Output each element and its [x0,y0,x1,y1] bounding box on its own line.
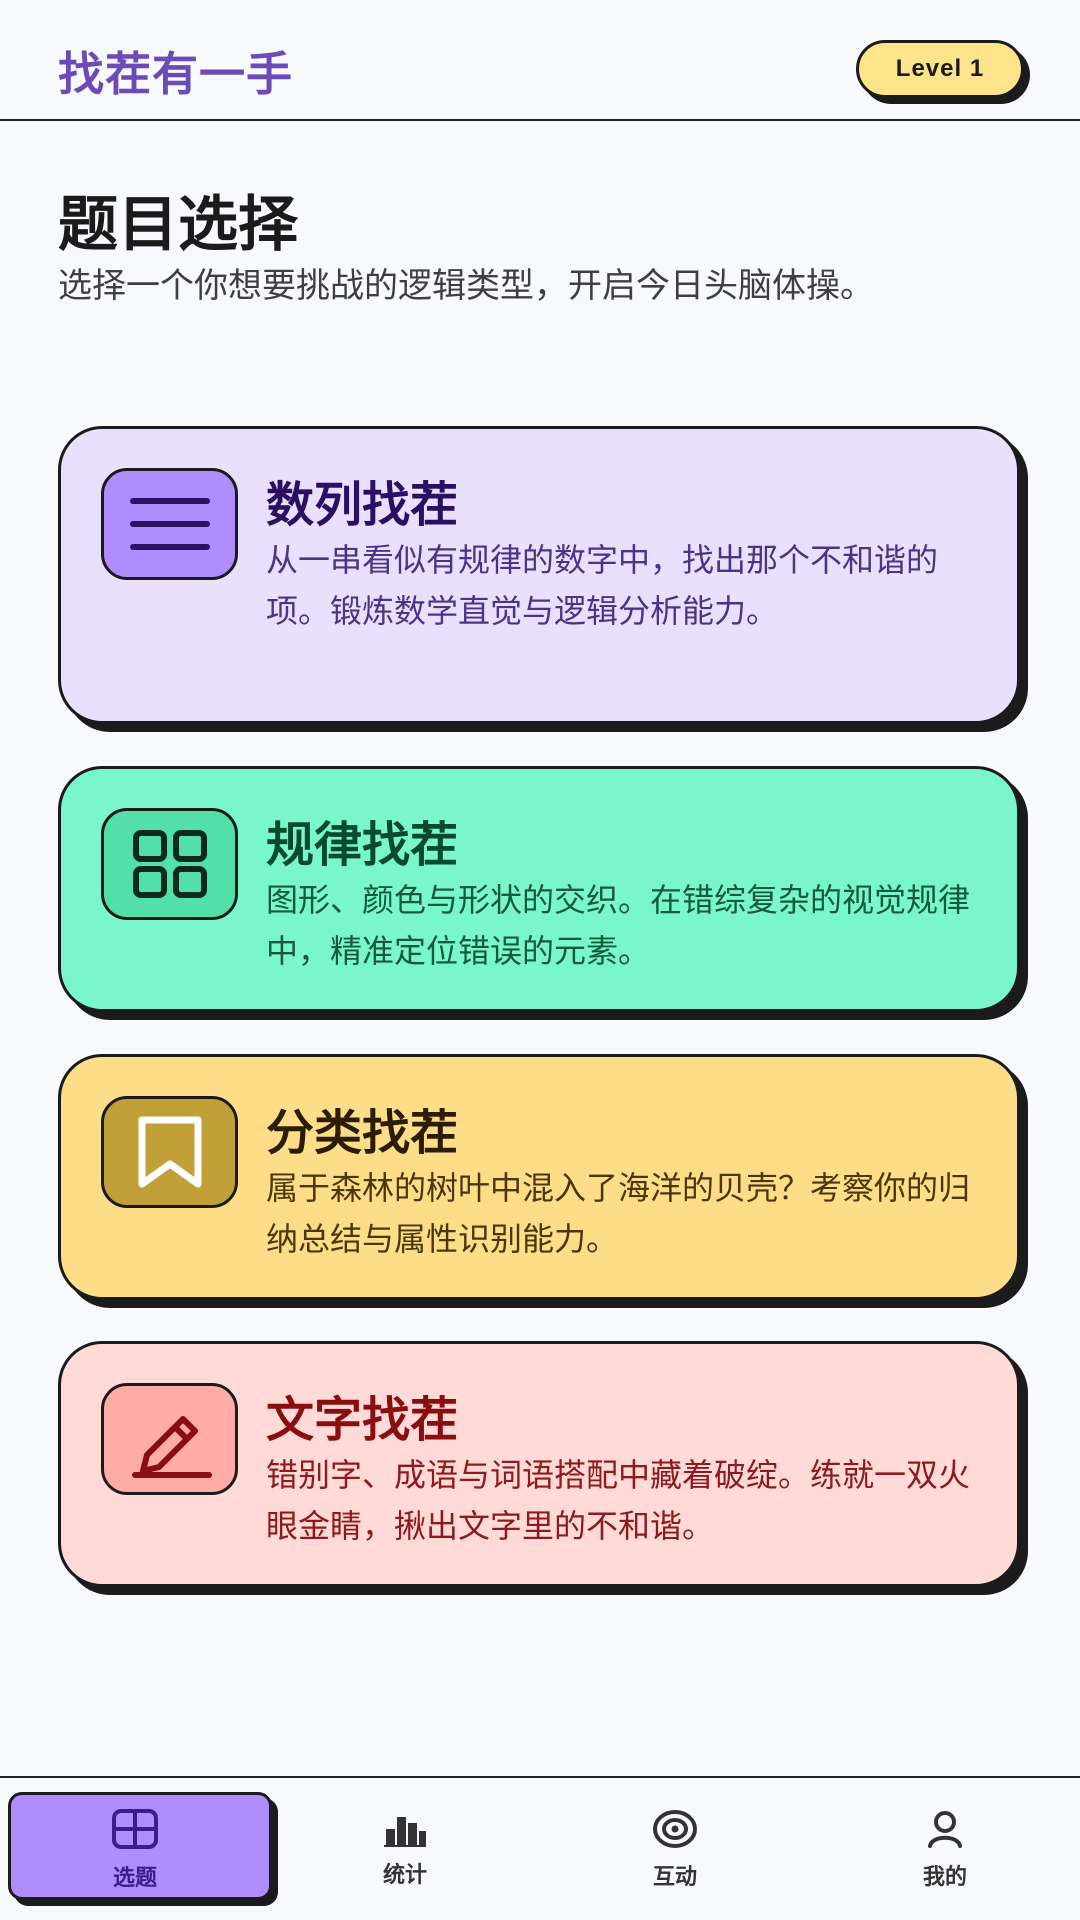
nav-item-interact[interactable]: 互动 [540,1778,810,1920]
bar-chart-icon [382,1811,428,1851]
card-title: 分类找茬 [266,1105,459,1161]
nav-item-profile[interactable]: 我的 [810,1778,1080,1920]
card-title: 规律找茬 [266,817,459,873]
nav-label: 选题 [112,1866,157,1891]
category-card-classification[interactable]: 分类找茬 属于森林的树叶中混入了海洋的贝壳？考察你的归纳总结与属性识别能力。 [58,1054,1020,1300]
bookmark-icon [101,1096,238,1208]
grid-icon [101,808,238,920]
card-title: 数列找茬 [266,477,459,533]
card-description: 错别字、成语与词语搭配中藏着破绽。练就一双火眼金睛，揪出文字里的不和谐。 [266,1456,971,1545]
category-card-sequence[interactable]: 数列找茬 从一串看似有规律的数字中，找出那个不和谐的项。锻炼数学直觉与逻辑分析能… [58,426,1020,724]
card-title: 文字找茬 [266,1392,459,1448]
nav-label: 我的 [922,1865,967,1890]
level-badge[interactable]: Level 1 [856,40,1024,98]
top-app-bar: 找茬有一手 Level 1 [0,0,1080,121]
pencil-edit-icon [101,1383,238,1495]
page-subtitle: 选择一个你想要挑战的逻辑类型，开启今日头脑体操。 [58,266,874,306]
grid-select-icon [111,1808,159,1854]
page-title: 题目选择 [58,190,298,260]
bottom-navigation: 选题 统计 互动 我的 [0,1776,1080,1920]
app-brand-title: 找茬有一手 [58,47,293,101]
person-icon [925,1809,965,1853]
app-root: 找茬有一手 Level 1 题目选择 选择一个你想要挑战的逻辑类型，开启今日头脑… [0,0,1080,1920]
card-description: 图形、颜色与形状的交织。在错综复杂的视觉规律中，精准定位错误的元素。 [266,881,971,970]
nav-label: 统计 [382,1863,427,1888]
card-description: 属于森林的树叶中混入了海洋的贝壳？考察你的归纳总结与属性识别能力。 [266,1169,971,1258]
nav-item-stats[interactable]: 统计 [270,1778,540,1920]
nav-label: 互动 [652,1865,697,1890]
menu-lines-icon [101,468,238,580]
nav-item-select[interactable]: 选题 [0,1778,272,1920]
category-card-pattern[interactable]: 规律找茬 图形、颜色与形状的交织。在错综复杂的视觉规律中，精准定位错误的元素。 [58,766,1020,1012]
card-description: 从一串看似有规律的数字中，找出那个不和谐的项。锻炼数学直觉与逻辑分析能力。 [266,541,939,630]
target-icon [652,1809,698,1853]
category-card-text[interactable]: 文字找茬 错别字、成语与词语搭配中藏着破绽。练就一双火眼金睛，揪出文字里的不和谐… [58,1341,1020,1587]
